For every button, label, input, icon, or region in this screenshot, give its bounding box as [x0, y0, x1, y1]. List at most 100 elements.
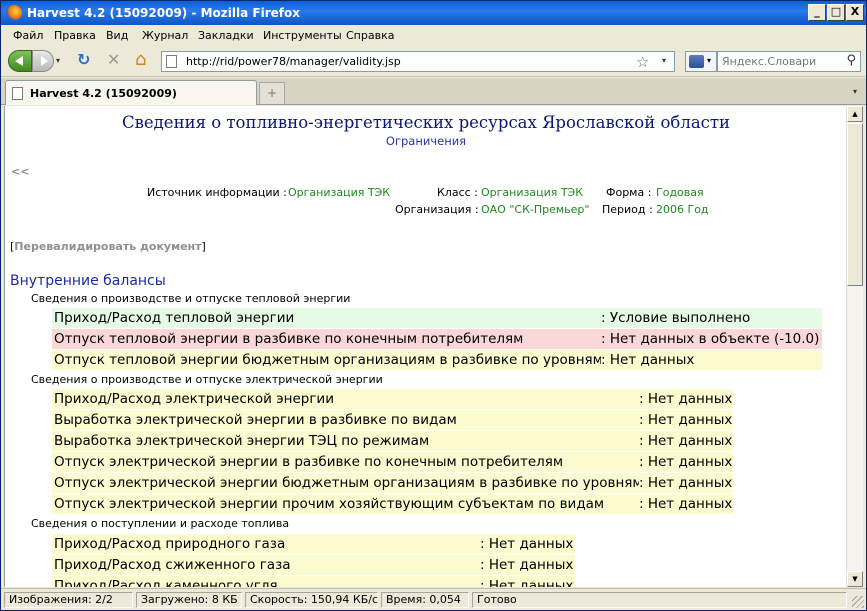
status-loaded: Загружено: 8 КБ: [136, 592, 242, 608]
search-input[interactable]: [722, 54, 838, 69]
row-status: : Нет данных: [480, 534, 575, 554]
row-status: : Нет данных: [639, 494, 733, 514]
row-name: Отпуск тепловой энергии бюджетным органи…: [52, 350, 603, 370]
row-name: Выработка электрической энергии в разбив…: [52, 410, 639, 430]
row-status: : Нет данных в объекте (-10.0): [601, 329, 822, 349]
row-name: Отпуск электрической энергии прочим хозя…: [52, 494, 639, 514]
row-status: : Нет данных: [639, 410, 733, 430]
row-status: : Нет данных: [639, 452, 733, 472]
row-name: Приход/Расход сжиженного газа: [52, 555, 480, 575]
row-name: Выработка электрической энергии ТЭЦ по р…: [52, 431, 639, 451]
search-icon[interactable]: ⚲: [846, 53, 856, 68]
row-status: : Условие выполнено: [601, 308, 822, 328]
menu-bar: Файл Правка Вид Журнал Закладки Инструме…: [1, 25, 866, 46]
org-label: Организация :: [395, 203, 479, 216]
page-icon: [166, 55, 177, 68]
table-row: Приход/Расход природного газа : Нет данн…: [52, 534, 575, 554]
form-label: Форма :: [606, 186, 652, 199]
menu-view[interactable]: Вид: [106, 29, 128, 42]
navigation-toolbar: ▾ ↻ ✕ ⌂ ☆ ▾ ▾ ⚲: [1, 46, 866, 77]
status-bar: Изображения: 2/2 Загружено: 8 КБ Скорост…: [1, 588, 866, 610]
stop-icon[interactable]: ✕: [107, 51, 120, 69]
tab-list-icon[interactable]: ▾: [847, 82, 863, 102]
table-row: Отпуск электрической энергии прочим хозя…: [52, 494, 733, 514]
row-status: : Нет данных: [480, 555, 575, 575]
menu-edit[interactable]: Правка: [54, 29, 96, 42]
window-title: Harvest 4.2 (15092009) - Mozilla Firefox: [27, 6, 300, 20]
period-label: Период :: [602, 203, 653, 216]
table-row: Приход/Расход каменного угля : Нет данны…: [52, 576, 575, 587]
back-button[interactable]: [8, 50, 32, 72]
status-time: Время: 0,054: [381, 592, 469, 608]
source-label: Источник информации :: [147, 186, 287, 199]
row-status: : Нет данных: [639, 473, 733, 493]
group-title-heat: Сведения о производстве и отпуске теплов…: [31, 292, 351, 305]
resize-grip-icon[interactable]: [852, 596, 864, 608]
new-tab-button[interactable]: +: [259, 82, 285, 104]
menu-file[interactable]: Файл: [13, 29, 43, 42]
source-value: Организация ТЭК: [288, 186, 391, 199]
row-name: Приход/Расход каменного угля: [52, 576, 480, 587]
tab-page-icon: [12, 87, 23, 100]
close-button[interactable]: X: [846, 4, 864, 21]
row-name: Отпуск тепловой энергии в разбивке по ко…: [52, 329, 601, 349]
bookmark-star-icon[interactable]: ☆: [636, 53, 649, 71]
revalidate-block: [Перевалидировать документ]: [10, 240, 206, 253]
menu-history[interactable]: Журнал: [142, 29, 188, 42]
table-row: Отпуск электрической энергии бюджетным о…: [52, 473, 733, 493]
form-value: Годовая: [656, 186, 704, 199]
group-title-fuel: Сведения о поступлении и расходе топлива: [31, 517, 290, 530]
status-text: Готово: [472, 592, 847, 608]
menu-bookmarks[interactable]: Закладки: [198, 29, 254, 42]
row-name: Приход/Расход природного газа: [52, 534, 480, 554]
history-dropdown-icon[interactable]: ▾: [56, 50, 66, 72]
forward-button[interactable]: [32, 50, 54, 72]
reload-icon[interactable]: ↻: [77, 51, 90, 69]
tab-harvest[interactable]: Harvest 4.2 (15092009): [5, 80, 257, 105]
bracket-close: ]: [201, 240, 206, 253]
class-value: Организация ТЭК: [481, 186, 584, 199]
page-title: Сведения о топливно-энергетических ресур…: [121, 113, 731, 132]
row-name: Отпуск электрической энергии в разбивке …: [52, 452, 639, 472]
section-heading: Внутренние балансы: [10, 273, 166, 289]
row-name: Приход/Расход электрической энергии: [52, 389, 639, 409]
search-box[interactable]: ⚲: [717, 51, 861, 72]
address-bar[interactable]: ☆ ▾: [161, 51, 675, 72]
title-bar: Harvest 4.2 (15092009) - Mozilla Firefox…: [1, 1, 866, 25]
status-speed: Скорость: 150,94 КБ/с: [245, 592, 378, 608]
search-engine-selector[interactable]: ▾: [685, 51, 717, 72]
status-images: Изображения: 2/2: [4, 592, 133, 608]
table-row: Отпуск тепловой энергии бюджетным органи…: [52, 350, 822, 370]
scroll-up-icon[interactable]: ▲: [847, 106, 863, 122]
scroll-down-icon[interactable]: ▼: [847, 571, 863, 587]
table-row: Выработка электрической энергии ТЭЦ по р…: [52, 431, 733, 451]
period-value: 2006 Год: [656, 203, 709, 216]
scroll-thumb[interactable]: [847, 123, 863, 286]
engine-dropdown-icon: ▾: [707, 56, 712, 65]
table-row: Приход/Расход сжиженного газа : Нет данн…: [52, 555, 575, 575]
back-link[interactable]: <<: [11, 165, 29, 178]
row-status: : Нет данных: [480, 576, 575, 587]
url-dropdown-icon[interactable]: ▾: [662, 56, 666, 65]
table-row: Приход/Расход тепловой энергии : Условие…: [52, 308, 822, 328]
vertical-scrollbar[interactable]: ▲ ▼: [846, 106, 863, 587]
row-name: Приход/Расход тепловой энергии: [52, 308, 601, 328]
row-status: : Нет данных: [601, 350, 822, 370]
revalidate-link[interactable]: Перевалидировать документ: [14, 240, 201, 253]
firefox-logo-icon: [6, 5, 22, 21]
url-input[interactable]: [186, 54, 626, 69]
page-content: Сведения о топливно-энергетических ресур…: [4, 106, 846, 587]
row-status: : Нет данных: [639, 389, 733, 409]
home-icon[interactable]: ⌂: [135, 51, 146, 69]
minimize-button[interactable]: _: [808, 4, 826, 21]
maximize-button[interactable]: □: [827, 4, 845, 21]
menu-tools[interactable]: Инструменты: [263, 29, 342, 42]
class-label: Класс :: [437, 186, 478, 199]
tab-label: Harvest 4.2 (15092009): [30, 87, 177, 100]
org-value: ОАО "СК-Премьер": [481, 203, 590, 216]
browser-window: Harvest 4.2 (15092009) - Mozilla Firefox…: [0, 0, 867, 611]
group-title-electricity: Сведения о производстве и отпуске электр…: [31, 373, 383, 386]
menu-help[interactable]: Справка: [346, 29, 394, 42]
row-name: Отпуск электрической энергии бюджетным о…: [52, 473, 643, 493]
search-engine-icon: [689, 55, 704, 68]
